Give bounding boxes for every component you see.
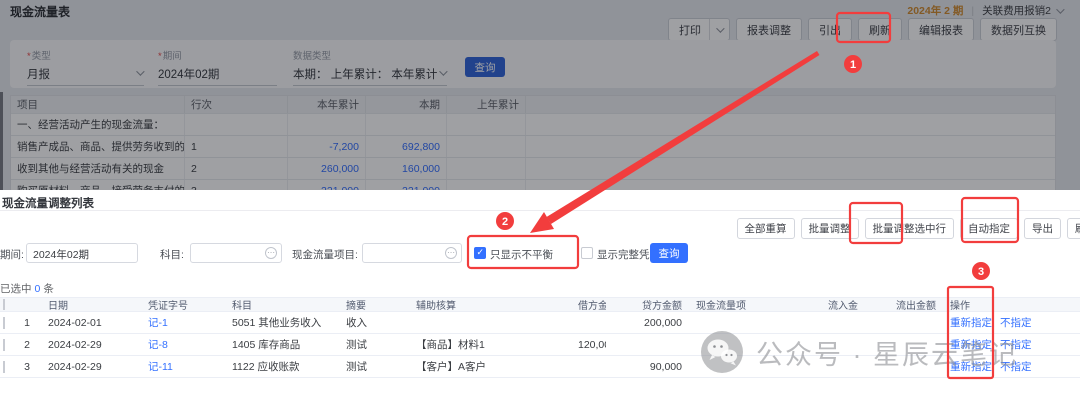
subject-filter-label: 科目: bbox=[160, 247, 184, 262]
batch-adjust-selected-button[interactable]: 批量调整选中行 bbox=[865, 218, 955, 239]
panel-title: 现金流量调整列表 bbox=[2, 195, 94, 211]
only-unbalanced-checkbox[interactable] bbox=[474, 247, 486, 259]
unassign-link[interactable]: 不指定 bbox=[1000, 317, 1032, 329]
reassign-link[interactable]: 重新指定 bbox=[950, 339, 992, 351]
row-checkbox[interactable] bbox=[3, 317, 5, 329]
export-button[interactable]: 导出 bbox=[1024, 218, 1061, 239]
auto-assign-button[interactable]: 自动指定 bbox=[960, 218, 1018, 239]
adjust-table: 日期 凭证字号 科目 摘要 辅助核算 借方金额 贷方金额 现金流量项 流入金额 … bbox=[0, 297, 1080, 378]
recalc-all-button[interactable]: 全部重算 bbox=[737, 218, 795, 239]
cashflow-filter-label: 现金流量项目: bbox=[292, 247, 358, 262]
subject-filter-input[interactable]: ⋯ bbox=[190, 243, 282, 263]
period-filter-label: 期间: bbox=[0, 247, 24, 262]
app-screen: 现金流量表 2024年 2 期 | 关联费用报销2 打印 报表调整 引出 刷新 … bbox=[0, 0, 1080, 401]
reassign-link[interactable]: 重新指定 bbox=[950, 361, 992, 373]
lookup-icon[interactable]: ⋯ bbox=[445, 247, 457, 259]
selected-count-info: 已选中0条 bbox=[0, 281, 54, 296]
row-checkbox[interactable] bbox=[3, 361, 5, 373]
lookup-icon[interactable]: ⋯ bbox=[265, 247, 277, 259]
refresh-button-panel[interactable]: 刷新 bbox=[1067, 218, 1080, 239]
table-row: 2 2024-02-29 记-8 1405 库存商品 测试 【商品】材料1 12… bbox=[0, 334, 1080, 356]
row-checkbox[interactable] bbox=[3, 339, 5, 351]
modal-dim-overlay bbox=[0, 0, 1080, 190]
adjust-table-header: 日期 凭证字号 科目 摘要 辅助核算 借方金额 贷方金额 现金流量项 流入金额 … bbox=[0, 297, 1080, 312]
show-full-voucher-checkbox[interactable] bbox=[581, 247, 593, 259]
unassign-link[interactable]: 不指定 bbox=[1000, 339, 1032, 351]
only-unbalanced-label[interactable]: 只显示不平衡 bbox=[490, 247, 553, 262]
query-button-panel[interactable]: 查询 bbox=[650, 243, 688, 263]
cash-flow-adjust-panel: 现金流量调整列表 全部重算 批量调整 批量调整选中行 自动指定 导出 刷新 期间… bbox=[0, 190, 1080, 401]
selected-count: 0 bbox=[35, 283, 41, 295]
cashflow-filter-input[interactable]: ⋯ bbox=[362, 243, 462, 263]
voucher-link[interactable]: 记-1 bbox=[140, 315, 216, 330]
table-row: 1 2024-02-01 记-1 5051 其他业务收入 收入 200,000 … bbox=[0, 312, 1080, 334]
unassign-link[interactable]: 不指定 bbox=[1000, 361, 1032, 373]
batch-adjust-button[interactable]: 批量调整 bbox=[801, 218, 859, 239]
table-row: 3 2024-02-29 记-11 1122 应收账款 测试 【客户】A客户 9… bbox=[0, 356, 1080, 378]
period-filter-input[interactable]: 2024年02期 bbox=[26, 243, 138, 263]
panel-toolbar: 全部重算 批量调整 批量调整选中行 自动指定 导出 刷新 bbox=[737, 218, 1080, 239]
voucher-link[interactable]: 记-11 bbox=[140, 359, 216, 374]
reassign-link[interactable]: 重新指定 bbox=[950, 317, 992, 329]
filter-bar: 期间: 2024年02期 科目: ⋯ 现金流量项目: ⋯ 只显示不平衡 显示完整… bbox=[0, 243, 1080, 263]
divider bbox=[0, 210, 1080, 211]
select-all-checkbox[interactable] bbox=[3, 299, 5, 310]
voucher-link[interactable]: 记-8 bbox=[140, 337, 216, 352]
